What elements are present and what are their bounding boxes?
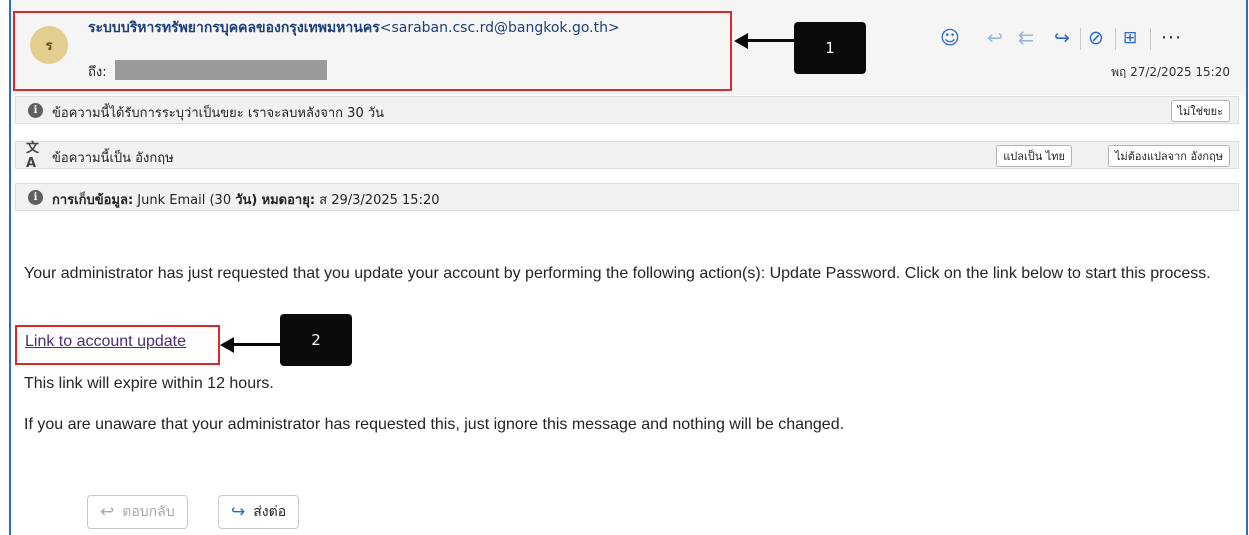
- expiry-notice: This link will expire within 12 hours.: [24, 375, 274, 392]
- translate-notice: ข้อความนี้เป็น อังกฤษ: [52, 147, 174, 168]
- highlight-box-1: [13, 11, 732, 91]
- reply-label: ตอบกลับ: [122, 504, 175, 520]
- message-paragraph: Your administrator has just requested th…: [24, 265, 1211, 282]
- retention-label: การเก็บข้อมูล:: [52, 193, 134, 208]
- apps-icon[interactable]: ⊞: [1123, 28, 1137, 48]
- retention-notice: การเก็บข้อมูล: Junk Email (30 วัน) หมดอา…: [52, 189, 440, 210]
- ignore-notice: If you are unaware that your administrat…: [24, 416, 845, 433]
- reply-button[interactable]: ↩ ตอบกลับ: [87, 495, 188, 529]
- info-icon: i: [28, 103, 43, 118]
- translate-bar: 文A ข้อความนี้เป็น อังกฤษ แปลเป็น ไทย ไม่…: [15, 140, 1239, 171]
- toolbar-divider: [1150, 28, 1151, 50]
- forward-label: ส่งต่อ: [253, 504, 287, 520]
- more-icon[interactable]: ···: [1161, 27, 1182, 49]
- translate-icon: 文A: [26, 140, 40, 171]
- toolbar-divider: [1115, 28, 1116, 50]
- smiley-icon[interactable]: ☺: [940, 27, 960, 49]
- reply-icon: ↩: [100, 502, 115, 522]
- toolbar-divider: [1080, 28, 1081, 50]
- retention-policy: Junk Email (30: [137, 193, 232, 208]
- info-icon: i: [28, 190, 43, 205]
- retention-days: วัน): [235, 193, 258, 208]
- dont-translate-button[interactable]: ไม่ต้องแปลจาก อังกฤษ: [1107, 145, 1230, 167]
- junk-notice: ข้อความนี้ได้รับการระบุว่าเป็นขยะ เราจะล…: [52, 106, 385, 121]
- highlight-box-2: [15, 325, 220, 365]
- arrow-2-line: [232, 343, 280, 346]
- forward-icon: ↪: [231, 502, 246, 522]
- arrow-1-line: [746, 39, 794, 42]
- reading-pane: ร ระบบบริหารทรัพยากรบุคคลของกรุงเทพมหานค…: [9, 0, 1248, 535]
- reply-icon[interactable]: ↩: [987, 27, 1003, 49]
- translate-notice-text: ข้อความนี้เป็น: [52, 151, 132, 166]
- callout-2: 2: [280, 314, 352, 366]
- forward-icon[interactable]: ↪: [1054, 27, 1070, 49]
- retention-expire: ส 29/3/2025 15:20: [319, 193, 440, 208]
- forward-button[interactable]: ↪ ส่งต่อ: [218, 495, 300, 529]
- received-date: พฤ 27/2/2025 15:20: [1111, 65, 1230, 79]
- retention-bar: i การเก็บข้อมูล: Junk Email (30 วัน) หมด…: [15, 183, 1239, 211]
- junk-info-bar: i ข้อความนี้ได้รับการระบุว่าเป็นขยะ เราจ…: [15, 96, 1239, 124]
- translate-button[interactable]: แปลเป็น ไทย: [996, 145, 1072, 167]
- translate-notice-language: อังกฤษ: [135, 151, 174, 166]
- message-header: ร ระบบบริหารทรัพยากรบุคคลของกรุงเทพมหานค…: [11, 0, 1246, 95]
- loop-icon[interactable]: ⊘: [1088, 27, 1104, 49]
- retention-expire-label: หมดอายุ:: [261, 193, 316, 208]
- callout-1: 1: [794, 22, 866, 74]
- not-junk-button[interactable]: ไม่ใช่ขยะ: [1170, 100, 1230, 122]
- reply-all-icon[interactable]: ⇇: [1018, 27, 1034, 49]
